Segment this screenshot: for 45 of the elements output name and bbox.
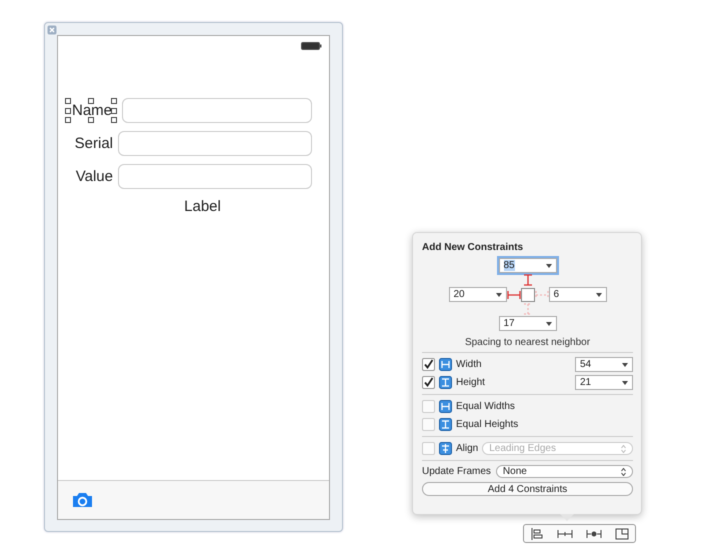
height-icon (439, 418, 452, 431)
top-strut-icon[interactable] (522, 274, 532, 286)
right-spacing-field[interactable]: 6 (548, 287, 606, 302)
width-icon (439, 400, 452, 413)
checkbox[interactable] (422, 400, 435, 413)
field-label[interactable]: Serial (73, 135, 113, 152)
add-constraints-button[interactable]: Add 4 Constraints (422, 482, 633, 496)
spacing-caption: Spacing to nearest neighbor (464, 337, 590, 348)
text-field[interactable] (122, 98, 312, 123)
bottom-spacing-field[interactable]: 17 (498, 316, 556, 331)
constraint-label: Height (456, 377, 485, 388)
stepper-arrows-icon (621, 468, 626, 476)
height-icon (439, 376, 452, 389)
right-strut-icon[interactable] (534, 290, 548, 300)
label-text: Label (184, 198, 221, 215)
field-label[interactable]: Value (73, 168, 113, 185)
text-field[interactable] (118, 131, 312, 156)
view-square-icon (520, 288, 534, 302)
resizing-icon[interactable] (614, 528, 629, 540)
stepper-arrows-icon (621, 444, 626, 452)
battery-icon (301, 42, 322, 50)
resolve-icon[interactable] (586, 528, 602, 540)
align-icon[interactable] (530, 528, 544, 540)
field-label[interactable]: Name (65, 98, 117, 123)
checkbox[interactable] (422, 358, 435, 371)
constraint-label: Width (456, 359, 482, 370)
update-frames-label: Update Frames (422, 466, 491, 477)
constraint-label: Align (456, 443, 478, 454)
width-icon (439, 358, 452, 371)
close-icon[interactable] (47, 25, 57, 35)
constraint-label: Equal Heights (456, 419, 518, 430)
text-field[interactable] (118, 164, 312, 189)
camera-icon[interactable] (72, 492, 93, 508)
top-spacing-field[interactable]: 85 (498, 258, 556, 273)
update-frames-popup[interactable]: None (496, 465, 633, 478)
constraint-label: Equal Widths (456, 401, 515, 412)
pin-icon[interactable] (557, 528, 574, 540)
checkbox[interactable] (422, 418, 435, 431)
left-strut-icon[interactable] (506, 290, 520, 300)
align-icon (439, 442, 452, 455)
checkbox[interactable] (422, 376, 435, 389)
left-spacing-field[interactable]: 20 (448, 287, 506, 302)
popover-title: Add New Constraints (422, 242, 524, 253)
size-field[interactable]: 54 (575, 357, 633, 372)
size-field[interactable]: 21 (575, 375, 633, 390)
